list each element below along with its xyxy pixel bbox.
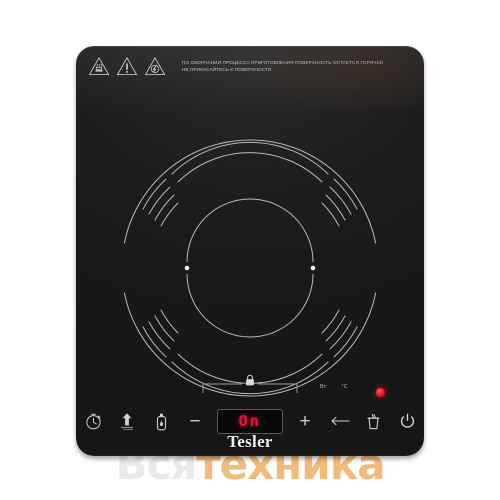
plus-label: +: [299, 410, 311, 432]
function-select-icon: [330, 416, 350, 426]
power-indicator-led: [376, 388, 385, 397]
unit-label-watt: Вт: [320, 384, 327, 390]
unit-labels: Вт °C: [320, 384, 348, 390]
pot-icon: [366, 413, 380, 430]
warning-text-line-2: НЕ ПРИКАСАЙТЕСЬ К ПОВЕРХНОСТИ: [182, 67, 272, 72]
power-boost-icon: [121, 412, 133, 430]
lock-icon[interactable]: [245, 374, 255, 386]
hot-surface-warning-icon: [88, 56, 110, 76]
warning-text-line-1: ПО ОКОНЧАНИИ ПРОЦЕССА ПРИГОТОВЛЕНИЯ ПОВЕ…: [182, 60, 384, 65]
control-panel: Вт °C − On +: [76, 366, 424, 436]
general-warning-icon: [116, 56, 138, 76]
magnetic-field-warning-icon: [144, 56, 166, 76]
warning-text-block: ПО ОКОНЧАНИИ ПРОЦЕССА ПРИГОТОВЛЕНИЯ ПОВЕ…: [182, 59, 383, 73]
timer-icon: [85, 413, 101, 429]
zone-marker-dot-right: [310, 265, 316, 271]
led-display: On: [217, 408, 283, 434]
unit-label-celsius: °C: [341, 384, 348, 390]
keep-warm-icon: [156, 413, 166, 430]
warning-label-row: ПО ОКОНЧАНИИ ПРОЦЕССА ПРИГОТОВЛЕНИЯ ПОВЕ…: [88, 56, 383, 76]
power-icon: [400, 413, 414, 428]
cooking-zone-rings: [119, 137, 381, 399]
zone-marker-dot-left: [184, 265, 190, 271]
display-value: On: [238, 411, 262, 430]
brand-logo: Tesler: [227, 432, 273, 451]
minus-label: −: [189, 410, 201, 432]
screenshot-stage: Всятехника ПО ОКОНЧАНИИ ПРОЦЕССА ПРИГОТО…: [0, 0, 500, 500]
induction-cooktop-body: ПО ОКОНЧАНИИ ПРОЦЕССА ПРИГОТОВЛЕНИЯ ПОВЕ…: [76, 46, 424, 456]
